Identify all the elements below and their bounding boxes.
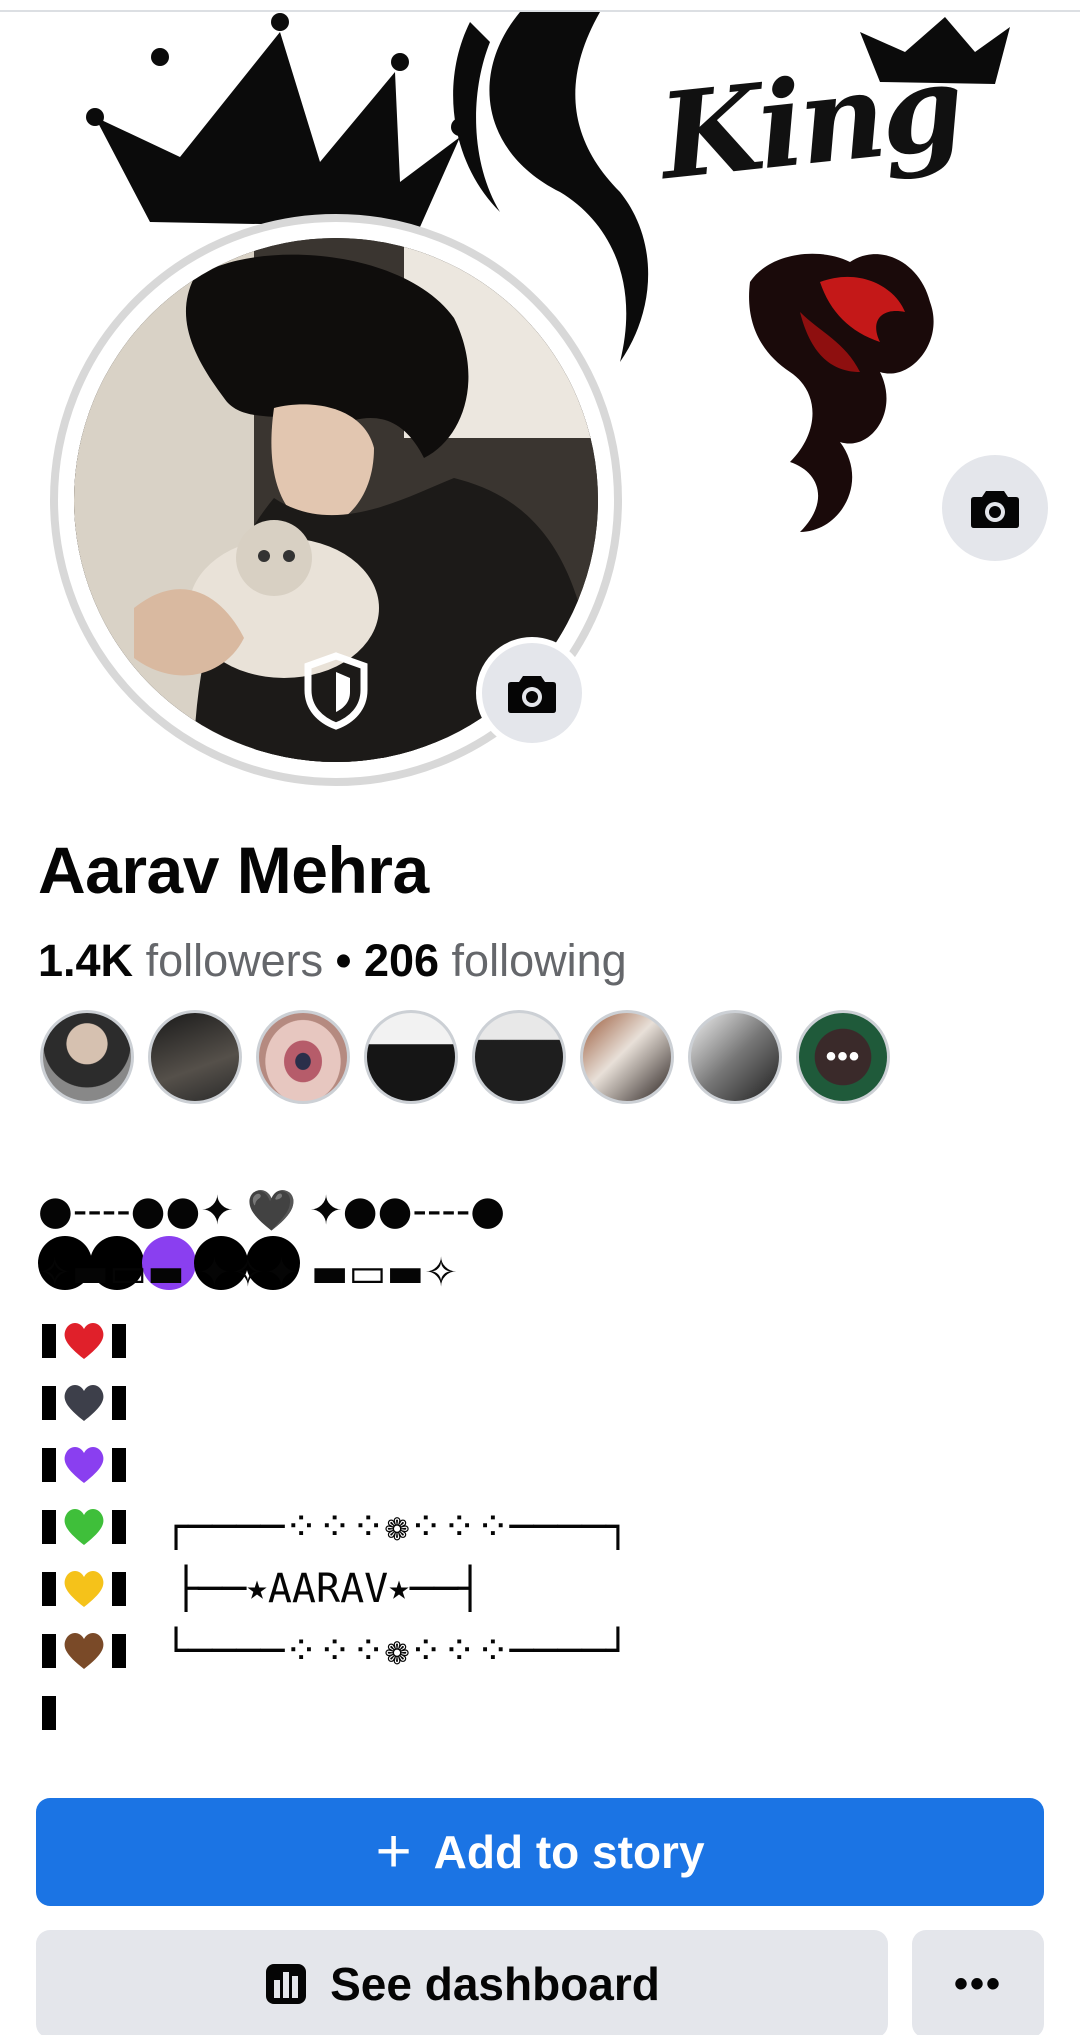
followers-count[interactable]: 1.4K <box>38 935 133 986</box>
more-options-button[interactable]: ••• <box>912 1930 1044 2035</box>
black-heart-icon <box>64 1385 104 1421</box>
heart-row <box>38 1310 130 1372</box>
heart-row <box>38 1620 130 1682</box>
see-dashboard-label: See dashboard <box>330 1958 660 2010</box>
friend-avatar[interactable] <box>580 1010 674 1104</box>
plus-icon: + <box>375 1817 412 1886</box>
friend-avatar[interactable] <box>148 1010 242 1104</box>
heart-row <box>38 1434 130 1496</box>
avatar-camera-button[interactable] <box>476 637 588 749</box>
heart-row-end <box>38 1682 60 1744</box>
friend-avatar-more[interactable]: ••• <box>796 1010 890 1104</box>
profile-stats: 1.4K followers • 206 following <box>38 935 627 987</box>
friend-avatars-row: ••• <box>40 1010 890 1104</box>
friend-avatar[interactable] <box>40 1010 134 1104</box>
bio-line-3: ✧▬▭▬ ✦✧✦ ▬▭▬✧ <box>38 1250 458 1296</box>
purple-heart-icon <box>64 1447 104 1483</box>
bio-frame-bottom: └────⁘⁘⁘❁⁘⁘⁘────┘ <box>164 1628 630 1674</box>
friend-avatar[interactable] <box>472 1010 566 1104</box>
heart-row <box>38 1496 130 1558</box>
camera-icon <box>508 676 556 713</box>
camera-icon <box>971 491 1019 528</box>
brown-heart-icon <box>64 1633 104 1669</box>
bio-line-2: ●----●●✦ 🖤 ✦●●----● <box>38 1188 506 1234</box>
stats-separator: • <box>335 935 352 986</box>
profile-guard-shield-icon <box>302 652 370 735</box>
friend-avatar[interactable] <box>688 1010 782 1104</box>
following-label[interactable]: following <box>452 935 627 986</box>
yellow-heart-icon <box>64 1571 104 1607</box>
red-heart-icon <box>64 1323 104 1359</box>
followers-label[interactable]: followers <box>146 935 324 986</box>
bio-frame-middle: ├──⭑AARAV⭑──┤ <box>174 1566 483 1612</box>
add-to-story-label: Add to story <box>433 1826 705 1878</box>
friend-avatar[interactable] <box>256 1010 350 1104</box>
heart-row <box>38 1558 130 1620</box>
more-dots-icon: ••• <box>953 1961 1002 2006</box>
top-divider <box>0 0 1080 12</box>
bar-chart-icon <box>266 1964 307 2004</box>
following-count[interactable]: 206 <box>364 935 439 986</box>
heart-row <box>38 1372 130 1434</box>
profile-name: Aarav Mehra <box>38 833 429 907</box>
see-dashboard-button[interactable]: See dashboard <box>36 1930 888 2035</box>
friend-avatar[interactable] <box>364 1010 458 1104</box>
green-heart-icon <box>64 1509 104 1545</box>
add-to-story-button[interactable]: + Add to story <box>36 1798 1044 1906</box>
cover-camera-button[interactable] <box>942 455 1048 561</box>
more-dots-icon: ••• <box>825 1040 861 1073</box>
bio-frame-top: ┌────⁘⁘⁘❁⁘⁘⁘────┐ <box>164 1504 630 1550</box>
